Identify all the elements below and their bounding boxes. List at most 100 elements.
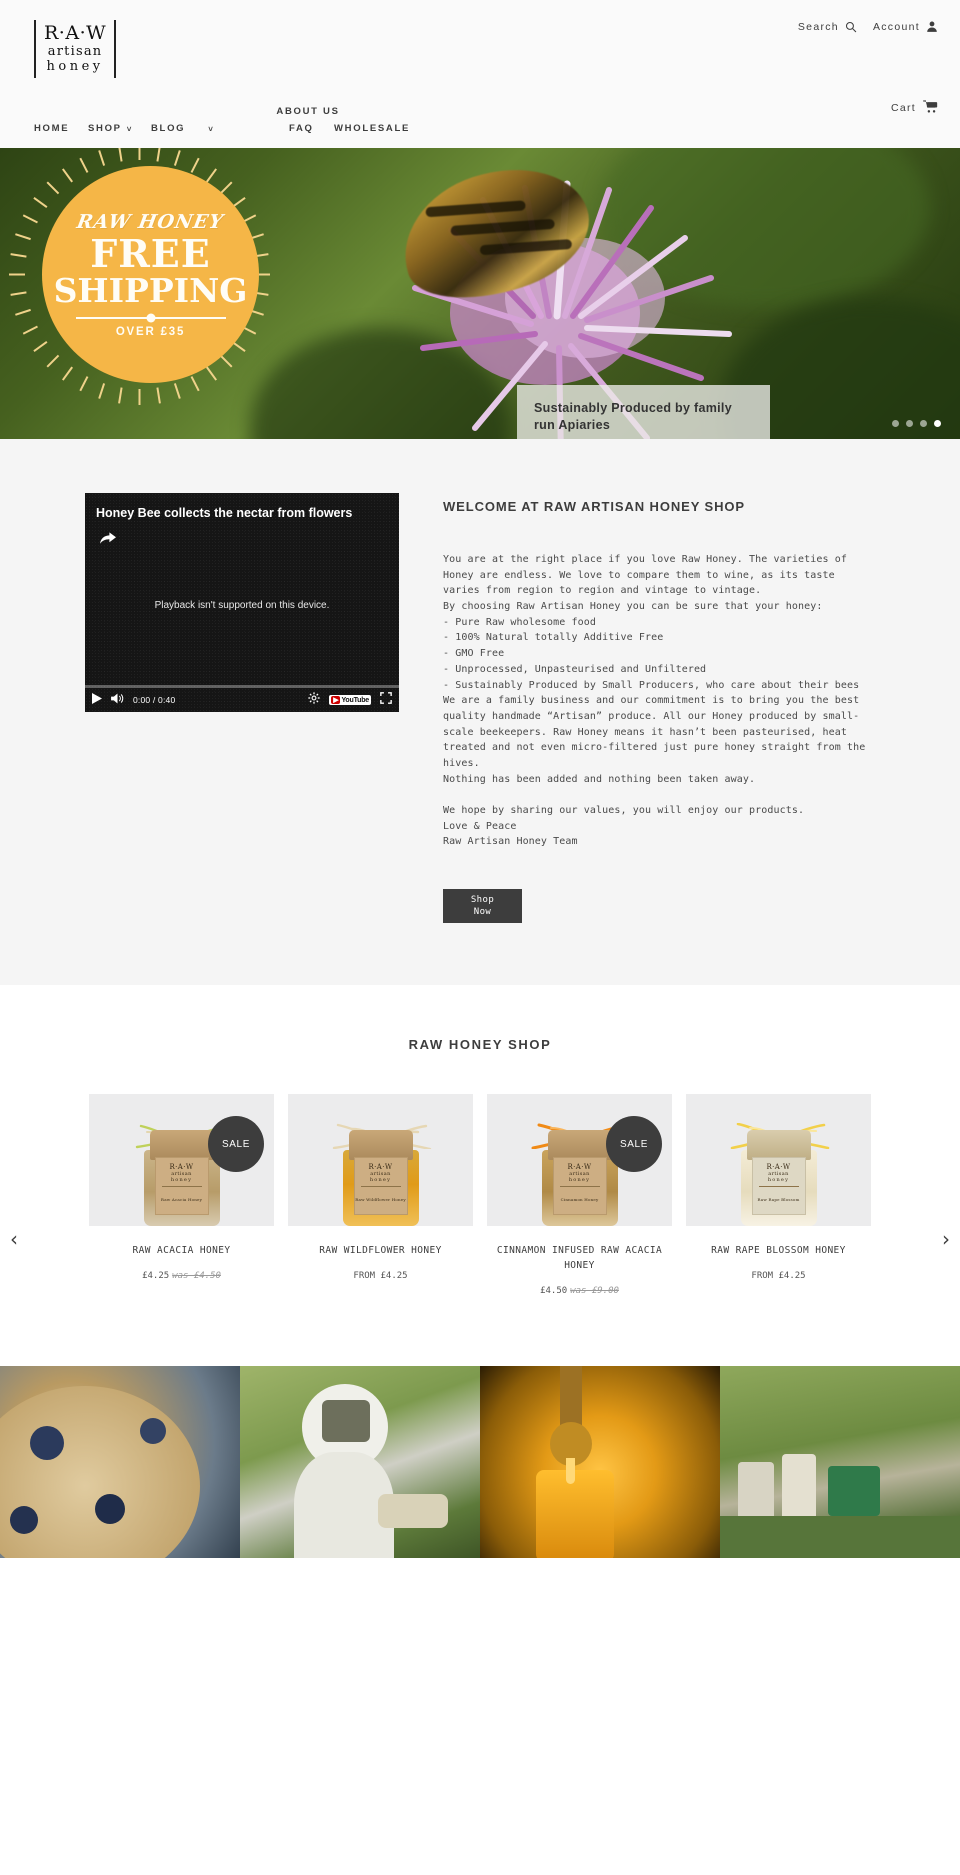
nav-label-home: HOME	[34, 123, 70, 134]
hero-banner: RAW HONEY FREE SHIPPING OVER £35 Sustain…	[0, 148, 960, 439]
photo-granola-bowl[interactable]	[0, 1365, 240, 1558]
jar-label-product: Raw Acacia Honey	[160, 1197, 203, 1203]
jar-label-line-3: honey	[369, 1177, 392, 1184]
product-card[interactable]: R·A·W artisan honey Raw Acacia Honey SAL…	[89, 1094, 274, 1295]
welcome-heading: WELCOME AT RAW ARTISAN HONEY SHOP	[443, 499, 745, 514]
product-price: £4.50 was £9.00	[487, 1286, 672, 1296]
play-icon[interactable]	[92, 691, 102, 709]
product-price-was: was £9.00	[570, 1285, 619, 1296]
logo-line-1: R·A·W	[44, 22, 107, 44]
jar-label: R·A·W artisan honey Cinnamon Honey	[552, 1157, 607, 1216]
jar-label-line-1: R·A·W	[169, 1163, 194, 1172]
product-price-current: £4.25	[142, 1270, 170, 1281]
youtube-video-player[interactable]: Honey Bee collects the nectar from flowe…	[85, 493, 399, 712]
product-price: FROM £4.25	[686, 1271, 871, 1281]
nav-label-faq: FAQ	[289, 123, 314, 134]
product-title[interactable]: RAW WILDFLOWER HONEY	[288, 1244, 473, 1259]
photo-honey-dipper[interactable]	[480, 1365, 720, 1558]
honey-jar: R·A·W artisan honey Cinnamon Honey	[531, 1123, 630, 1227]
nav-item-wholesale[interactable]: WHOLESALE	[334, 123, 410, 134]
carousel-next-button[interactable]: ›	[942, 1229, 950, 1249]
carousel-prev-button[interactable]: ‹	[10, 1229, 18, 1249]
honey-jar: R·A·W artisan honey Raw Wildflower Honey	[332, 1123, 431, 1227]
welcome-copy: WELCOME AT RAW ARTISAN HONEY SHOP You ar…	[443, 493, 875, 924]
hero-slide-dots	[892, 420, 941, 427]
welcome-cta-line-2: Now	[473, 907, 492, 918]
jar-label-line-1: R·A·W	[567, 1163, 592, 1172]
welcome-body-text: You are at the right place if you love R…	[443, 554, 866, 848]
nav-item-home[interactable]: HOME	[34, 123, 69, 134]
product-carousel: ‹ › R·A·W artisan honey Raw Acacia Honey…	[0, 1094, 960, 1296]
fullscreen-icon[interactable]	[380, 691, 392, 709]
youtube-logo[interactable]: ▶ YouTube	[329, 695, 371, 705]
hero-dot-4[interactable]	[934, 420, 941, 427]
hero-text-panel: Sustainably Produced by family run Apiar…	[517, 385, 770, 439]
lifestyle-photo-strip	[0, 1365, 960, 1558]
hero-dot-2[interactable]	[906, 420, 913, 427]
nav-item-blog[interactable]: BLOG ˅	[151, 123, 215, 134]
nav-label-shop: SHOP	[88, 123, 122, 134]
settings-gear-icon[interactable]	[308, 691, 320, 709]
jar-label-line-1: R·A·W	[368, 1163, 393, 1172]
welcome-shop-now-button[interactable]: Shop Now	[443, 889, 522, 924]
chevron-down-icon: ˅	[126, 124, 134, 134]
jar-glass: R·A·W artisan honey Raw Wildflower Honey	[342, 1150, 419, 1227]
video-playback-message: Playback isn't supported on this device.	[154, 600, 330, 611]
share-icon[interactable]	[99, 532, 116, 551]
shop-heading: RAW HONEY SHOP	[408, 1037, 552, 1053]
sale-badge: SALE	[208, 1116, 264, 1173]
logo-line-2: artisan	[47, 43, 103, 59]
jar-label-line-3: honey	[170, 1177, 193, 1184]
jar-glass: R·A·W artisan honey Raw Rape Blossom	[740, 1150, 817, 1227]
product-image[interactable]: R·A·W artisan honey Raw Acacia Honey SAL…	[89, 1094, 274, 1227]
product-title[interactable]: RAW ACACIA HONEY	[89, 1244, 274, 1259]
nav-item-faq[interactable]: FAQ	[289, 123, 314, 134]
chevron-down-icon: ˅	[208, 124, 215, 134]
jar-label-line-3: honey	[767, 1177, 790, 1184]
hero-heading: Sustainably Produced by family run Apiar…	[534, 401, 732, 432]
photo-apiary-field[interactable]	[720, 1365, 960, 1558]
product-price-current: £4.50	[540, 1285, 568, 1296]
product-card[interactable]: R·A·W artisan honey Raw Wildflower Honey…	[288, 1094, 473, 1295]
honey-jar: R·A·W artisan honey Raw Rape Blossom	[730, 1123, 829, 1227]
jar-label-product: Cinnamon Honey	[560, 1197, 599, 1203]
product-price: £4.25 was £4.50	[89, 1271, 274, 1281]
search-button[interactable]: Search	[798, 21, 857, 33]
nav-item-about-us[interactable]: ABOUT US	[276, 106, 339, 117]
badge-free-text: FREE	[90, 230, 211, 276]
jar-label: R·A·W artisan honey Raw Acacia Honey	[154, 1157, 209, 1216]
jar-label-product: Raw Rape Blossom	[757, 1197, 800, 1203]
volume-icon[interactable]	[111, 691, 124, 709]
nav-label-wholesale: WHOLESALE	[334, 123, 410, 134]
nav-item-shop[interactable]: SHOP ˅	[88, 123, 133, 134]
product-image[interactable]: R·A·W artisan honey Raw Rape Blossom	[686, 1094, 871, 1227]
video-title: Honey Bee collects the nectar from flowe…	[96, 506, 353, 520]
badge-shipping-text: SHIPPING	[53, 270, 248, 310]
search-label: Search	[797, 20, 839, 33]
video-control-bar: 0:00 / 0:40 ▶ YouTube	[85, 685, 399, 712]
product-title[interactable]: RAW RAPE BLOSSOM HONEY	[686, 1244, 871, 1259]
shop-section: RAW HONEY SHOP ‹ › R·A·W artisan honey R…	[0, 985, 960, 1366]
hero-dot-3[interactable]	[920, 420, 927, 427]
jar-glass: R·A·W artisan honey Raw Acacia Honey	[143, 1150, 220, 1227]
product-card[interactable]: R·A·W artisan honey Cinnamon Honey SALE …	[487, 1094, 672, 1296]
jar-label: R·A·W artisan honey Raw Rape Blossom	[751, 1157, 806, 1216]
nav-label-blog: BLOG	[151, 123, 186, 134]
jar-glass: R·A·W artisan honey Cinnamon Honey	[541, 1150, 618, 1227]
photo-beekeeper[interactable]	[240, 1365, 480, 1558]
product-price-current: FROM £4.25	[751, 1270, 806, 1281]
product-image[interactable]: R·A·W artisan honey Raw Wildflower Honey	[288, 1094, 473, 1227]
account-label: Account	[872, 20, 920, 33]
badge-script-text: RAW HONEY	[75, 210, 226, 233]
account-button[interactable]: Account	[873, 20, 938, 33]
site-header: R·A·W artisan honey Search Account Cart …	[0, 0, 960, 148]
honey-jar: R·A·W artisan honey Raw Acacia Honey	[135, 1124, 230, 1227]
hero-dot-1[interactable]	[892, 420, 899, 427]
site-logo[interactable]: R·A·W artisan honey	[34, 20, 117, 79]
product-title[interactable]: CINNAMON INFUSED RAW ACACIA HONEY	[487, 1244, 672, 1273]
search-icon	[845, 21, 857, 33]
about-us-nav-row: ABOUT US	[0, 101, 960, 119]
product-card[interactable]: R·A·W artisan honey Raw Rape Blossom RAW…	[686, 1094, 871, 1295]
burlap-cover	[149, 1130, 214, 1161]
product-image[interactable]: R·A·W artisan honey Cinnamon Honey SALE	[487, 1094, 672, 1227]
